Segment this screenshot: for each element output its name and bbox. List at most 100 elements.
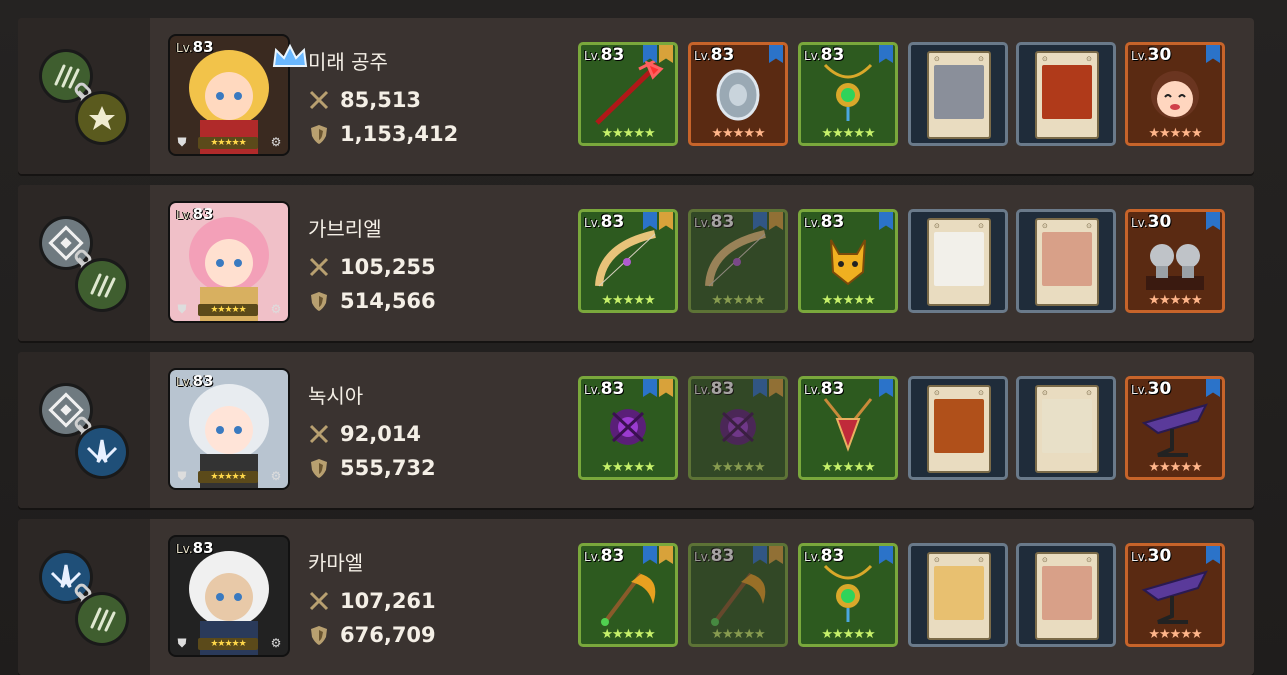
slot-stars: ★★★★★ bbox=[601, 627, 655, 642]
slot-stars: ★★★★★ bbox=[1148, 126, 1202, 141]
element-chain-icon[interactable] bbox=[32, 209, 136, 317]
hero-star-rating: ★★★★★ bbox=[198, 304, 258, 316]
bookmark-icon bbox=[879, 546, 893, 564]
emerald-amulet-icon bbox=[823, 63, 873, 121]
emerald-amulet-icon bbox=[823, 564, 873, 622]
hero-name: 녹시아 bbox=[308, 384, 364, 408]
equip-slot-card[interactable]: ⊙ ⊙ bbox=[1016, 209, 1116, 313]
fox-girl-card-icon: ⊙ ⊙ bbox=[1035, 552, 1099, 640]
hero-row[interactable]: Lv.83 ⛊ ★★★★★ ⚙ 카마엘 107,261 676,709 Lv.83 ★… bbox=[18, 519, 1254, 675]
girl-face-icon bbox=[1151, 71, 1199, 119]
slot-level: Lv.83 bbox=[804, 212, 845, 232]
equip-slot-shield[interactable]: Lv.83 ★★★★★ bbox=[688, 42, 788, 146]
slot-stars: ★★★★★ bbox=[821, 293, 875, 308]
equip-slot-costume[interactable]: Lv.30 ★★★★★ bbox=[1125, 543, 1225, 647]
equip-slot-card[interactable]: ⊙ ⊙ bbox=[1016, 42, 1116, 146]
equip-slot-costume[interactable]: Lv.30 ★★★★★ bbox=[1125, 376, 1225, 480]
equip-slot-card[interactable]: ⊙ ⊙ bbox=[908, 376, 1008, 480]
hp-value: 555,732 bbox=[340, 456, 436, 480]
hero-portrait[interactable]: Lv.83 ⛊ ★★★★★ ⚙ bbox=[168, 535, 290, 657]
crossed-swords-icon bbox=[309, 257, 329, 277]
gold-bookmark-icon bbox=[659, 45, 673, 63]
equip-slot-costume[interactable]: Lv.30 ★★★★★ bbox=[1125, 209, 1225, 313]
element-chain-icon[interactable] bbox=[32, 42, 136, 150]
slot-level: Lv.83 bbox=[694, 45, 735, 65]
hp-stat: 555,732 bbox=[308, 456, 436, 480]
equip-slot-weapon[interactable]: Lv.83 ★★★★★ bbox=[578, 42, 678, 146]
old-man-card-icon: ⊙ ⊙ bbox=[927, 51, 991, 139]
element-chain-panel bbox=[18, 519, 150, 675]
attack-stat: 92,014 bbox=[308, 422, 421, 446]
equip-slot-card[interactable]: ⊙ ⊙ bbox=[908, 543, 1008, 647]
golden-bow-icon bbox=[705, 230, 766, 287]
shield-icon bbox=[311, 125, 327, 144]
slot-stars: ★★★★★ bbox=[711, 627, 765, 642]
bookmark-icon bbox=[1206, 212, 1220, 230]
slot-stars: ★★★★★ bbox=[711, 126, 765, 141]
shield-icon bbox=[311, 459, 327, 478]
slot-stars: ★★★★★ bbox=[1148, 293, 1202, 308]
hp-stat: 514,566 bbox=[308, 289, 436, 313]
equip-slot-accessory[interactable]: Lv.83 ★★★★★ bbox=[798, 209, 898, 313]
element-chain-icon[interactable] bbox=[32, 376, 136, 484]
equip-slot-costume[interactable]: Lv.30 ★★★★★ bbox=[1125, 42, 1225, 146]
equip-slot-weapon[interactable]: Lv.83 ★★★★★ bbox=[688, 543, 788, 647]
shield-icon bbox=[311, 626, 327, 645]
slot-stars: ★★★★★ bbox=[601, 293, 655, 308]
equip-slot-weapon[interactable]: Lv.83 ★★★★★ bbox=[578, 376, 678, 480]
crossed-swords-icon bbox=[309, 90, 329, 110]
element-chain-icon[interactable] bbox=[32, 543, 136, 651]
equip-slot-accessory[interactable]: Lv.83 ★★★★★ bbox=[798, 376, 898, 480]
slot-level: Lv.30 bbox=[1131, 45, 1172, 65]
equip-slot-weapon[interactable]: Lv.83 ★★★★★ bbox=[688, 376, 788, 480]
equip-slot-card[interactable]: ⊙ ⊙ bbox=[1016, 376, 1116, 480]
golden-scythe-icon bbox=[711, 572, 766, 626]
hero-portrait[interactable]: Lv.83 ⛊ ★★★★★ ⚙ bbox=[168, 368, 290, 490]
hero-row[interactable]: Lv.83 ⛊ ★★★★★ ⚙ 가브리엘 105,255 514,566 Lv.83 … bbox=[18, 185, 1254, 341]
slot-stars: ★★★★★ bbox=[601, 126, 655, 141]
equip-slot-card[interactable]: ⊙ ⊙ bbox=[908, 209, 1008, 313]
hero-star-rating: ★★★★★ bbox=[198, 137, 258, 149]
equip-slot-weapon[interactable]: Lv.83 ★★★★★ bbox=[688, 209, 788, 313]
slot-level: Lv.83 bbox=[584, 212, 625, 232]
class-icon: ⛊ bbox=[177, 135, 187, 149]
slot-stars: ★★★★★ bbox=[821, 126, 875, 141]
fox-girl-card-icon: ⊙ ⊙ bbox=[1035, 218, 1099, 306]
golden-scythe-icon bbox=[601, 572, 656, 626]
attribute-icon: ⚙ bbox=[270, 636, 282, 650]
equip-slot-weapon[interactable]: Lv.83 ★★★★★ bbox=[578, 209, 678, 313]
hero-row[interactable]: Lv.83 ⛊ ★★★★★ ⚙ 녹시아 92,014 555,732 Lv.83 ★★… bbox=[18, 352, 1254, 508]
bookmark-icon bbox=[879, 379, 893, 397]
potion-jar-card-icon: ⊙ ⊙ bbox=[927, 385, 991, 473]
hero-level: Lv.83 bbox=[176, 539, 214, 557]
equip-slot-card[interactable]: ⊙ ⊙ bbox=[908, 42, 1008, 146]
attack-stat: 105,255 bbox=[308, 255, 436, 279]
element-chain-panel bbox=[18, 18, 150, 174]
gold-bookmark-icon bbox=[659, 379, 673, 397]
shield-icon bbox=[311, 292, 327, 311]
gold-bookmark-icon bbox=[659, 212, 673, 230]
element-chain-panel bbox=[18, 352, 150, 508]
gold-bookmark-icon bbox=[659, 546, 673, 564]
element-chain-panel bbox=[18, 185, 150, 341]
hp-value: 514,566 bbox=[340, 289, 436, 313]
bookmark-icon bbox=[879, 212, 893, 230]
hp-stat: 1,153,412 bbox=[308, 122, 458, 146]
bookmark-icon bbox=[879, 45, 893, 63]
equip-slot-weapon[interactable]: Lv.83 ★★★★★ bbox=[578, 543, 678, 647]
class-icon: ⛊ bbox=[177, 469, 187, 483]
attack-value: 105,255 bbox=[340, 255, 436, 279]
hero-star-rating: ★★★★★ bbox=[198, 638, 258, 650]
slot-stars: ★★★★★ bbox=[711, 460, 765, 475]
hero-row[interactable]: Lv.83 ⛊ ★★★★★ ⚙ 미래 공주 85,513 1,153,412 Lv.8… bbox=[18, 18, 1254, 174]
purple-dragon-stand-icon bbox=[1141, 570, 1208, 624]
attribute-icon: ⚙ bbox=[270, 135, 282, 149]
crossed-swords-icon bbox=[309, 424, 329, 444]
hero-portrait[interactable]: Lv.83 ⛊ ★★★★★ ⚙ bbox=[168, 201, 290, 323]
slot-stars: ★★★★★ bbox=[1148, 460, 1202, 475]
equip-slot-accessory[interactable]: Lv.83 ★★★★★ bbox=[798, 543, 898, 647]
purple-orb-icon bbox=[610, 409, 646, 445]
equip-slot-card[interactable]: ⊙ ⊙ bbox=[1016, 543, 1116, 647]
class-icon: ⛊ bbox=[177, 636, 187, 650]
equip-slot-accessory[interactable]: Lv.83 ★★★★★ bbox=[798, 42, 898, 146]
